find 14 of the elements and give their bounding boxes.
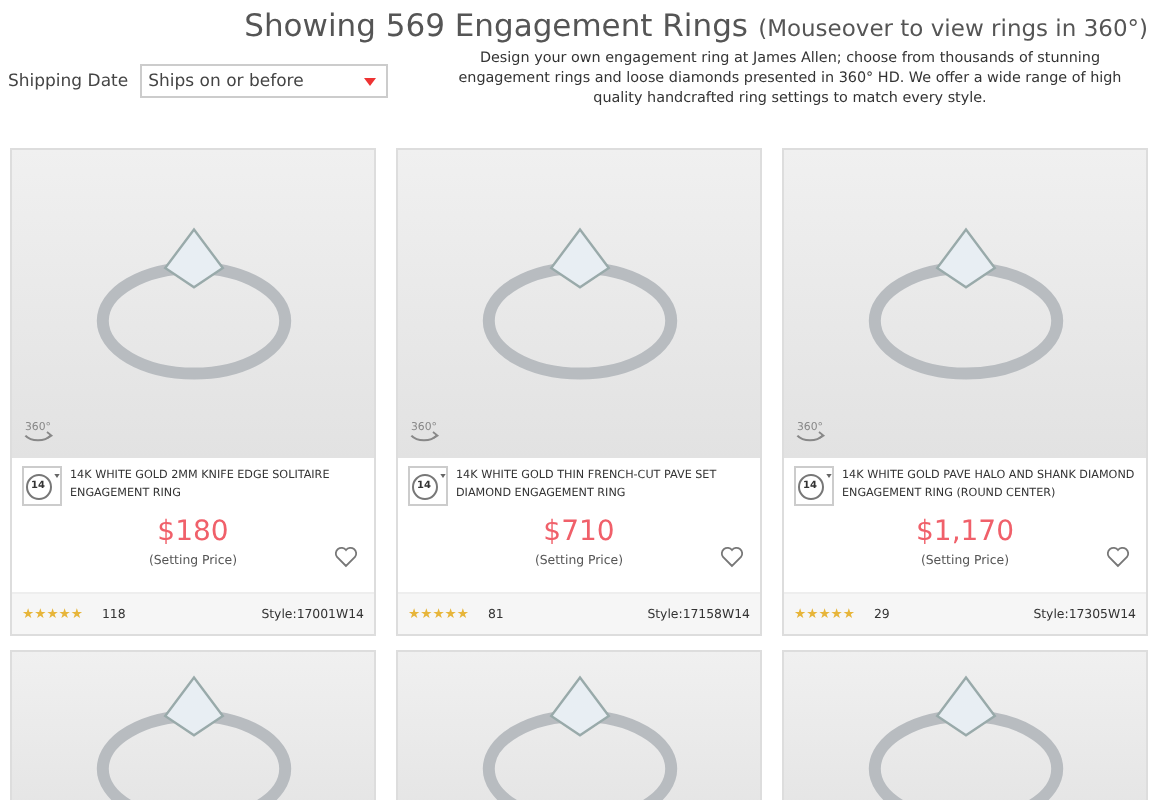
caret-icon bbox=[53, 474, 59, 478]
price: $710 bbox=[543, 516, 615, 548]
title-note: (Mouseover to view rings in 360°) bbox=[758, 14, 1148, 42]
heart-icon[interactable] bbox=[720, 546, 744, 568]
caret-icon bbox=[825, 474, 831, 478]
heart-icon[interactable] bbox=[334, 546, 358, 568]
caret-icon bbox=[364, 77, 377, 85]
shipping-date-dropdown[interactable]: Ships on or before bbox=[140, 64, 389, 98]
page-title: Showing 569 Engagement Rings bbox=[244, 8, 748, 44]
filter-label: Shipping Date bbox=[8, 71, 129, 91]
price: $1,170 bbox=[916, 516, 1014, 548]
heart-icon[interactable] bbox=[1106, 546, 1130, 568]
caret-icon bbox=[439, 474, 445, 478]
price: $180 bbox=[157, 516, 229, 548]
